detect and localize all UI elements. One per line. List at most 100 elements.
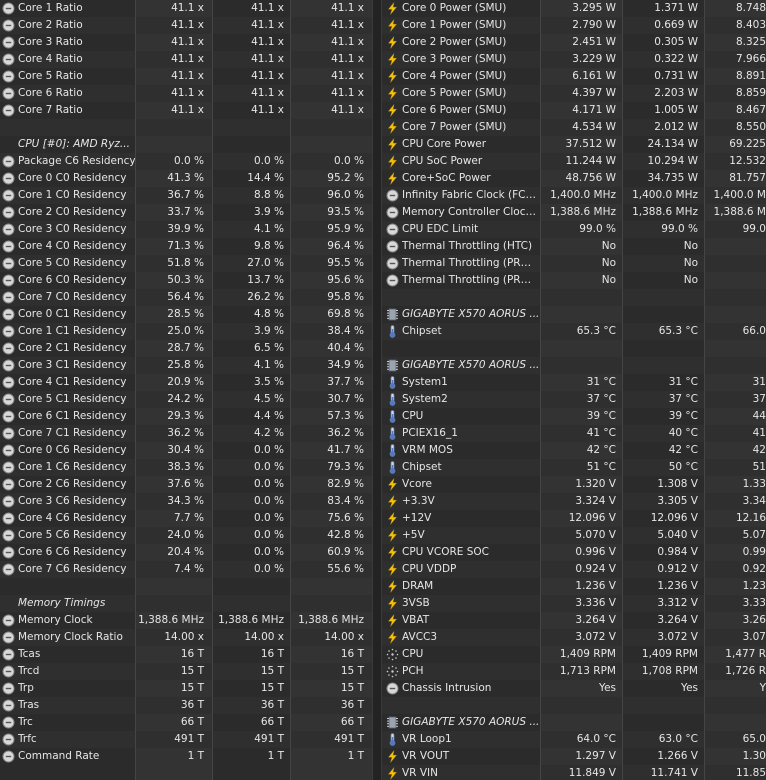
sensor-row-5v[interactable]: +5V 5.070 V 5.040 V 5.07 — [382, 527, 766, 544]
sensor-row-core-1-c0-residency[interactable]: Core 1 C0 Residency 36.7 % 8.8 % 96.0 % — [0, 187, 372, 204]
maximum-value: 83.4 % — [327, 495, 364, 507]
sensor-row-core-7-power-smu[interactable]: Core 7 Power (SMU) 4.534 W 2.012 W 8.550 — [382, 119, 766, 136]
clock-icon — [386, 206, 399, 219]
sensor-group-header[interactable]: GIGABYTE X570 AORUS ... — [382, 714, 766, 731]
sensor-row-core-1-c1-residency[interactable]: Core 1 C1 Residency 25.0 % 3.9 % 38.4 % — [0, 323, 372, 340]
sensor-row-system2[interactable]: System2 37 °C 37 °C 37 — [382, 391, 766, 408]
spacer-row — [382, 697, 766, 714]
sensor-row-cpu-edc-limit[interactable]: CPU EDC Limit 99.0 % 99.0 % 99.0 — [382, 221, 766, 238]
sensor-row-core-6-ratio[interactable]: Core 6 Ratio 41.1 x 41.1 x 41.1 x — [0, 85, 372, 102]
sensor-row-core-2-c0-residency[interactable]: Core 2 C0 Residency 33.7 % 3.9 % 93.5 % — [0, 204, 372, 221]
sensor-row-memory-clock-ratio[interactable]: Memory Clock Ratio 14.00 x 14.00 x 14.00 x — [0, 629, 372, 646]
current-value: 4.171 W — [572, 104, 616, 116]
sensor-row-core-4-ratio[interactable]: Core 4 Ratio 41.1 x 41.1 x 41.1 x — [0, 51, 372, 68]
sensor-row-core-6-power-smu[interactable]: Core 6 Power (SMU) 4.171 W 1.005 W 8.467 — [382, 102, 766, 119]
sensor-row-3-3v[interactable]: +3.3V 3.324 V 3.305 V 3.34 — [382, 493, 766, 510]
sensor-row-vbat[interactable]: VBAT 3.264 V 3.264 V 3.26 — [382, 612, 766, 629]
sensor-row-core-4-c0-residency[interactable]: Core 4 C0 Residency 71.3 % 9.8 % 96.4 % — [0, 238, 372, 255]
sensor-row-core-5-c0-residency[interactable]: Core 5 C0 Residency 51.8 % 27.0 % 95.5 % — [0, 255, 372, 272]
maximum-value: 60.9 % — [327, 546, 364, 558]
sensor-row-cpu-vcore-soc[interactable]: CPU VCORE SOC 0.996 V 0.984 V 0.99 — [382, 544, 766, 561]
sensor-row-memory-controller-clock[interactable]: Memory Controller Clock ... 1,388.6 MHz 1,… — [382, 204, 766, 221]
sensor-row-cpu-soc-power[interactable]: CPU SoC Power 11.244 W 10.294 W 12.532 — [382, 153, 766, 170]
current-value: No — [601, 257, 616, 269]
sensor-row-infinity-fabric-clock-fclk[interactable]: Infinity Fabric Clock (FCLK) 1,400.0 MHz 1… — [382, 187, 766, 204]
sensor-row-cpu[interactable]: CPU 1,409 RPM 1,409 RPM 1,477 R — [382, 646, 766, 663]
sensor-row-vr-loop1[interactable]: VR Loop1 64.0 °C 63.0 °C 65.0 — [382, 731, 766, 748]
sensor-row-core-6-c1-residency[interactable]: Core 6 C1 Residency 29.3 % 4.4 % 57.3 % — [0, 408, 372, 425]
sensor-row-vrm-mos[interactable]: VRM MOS 42 °C 42 °C 42 — [382, 442, 766, 459]
sensor-row-core-0-c0-residency[interactable]: Core 0 C0 Residency 41.3 % 14.4 % 95.2 % — [0, 170, 372, 187]
sensor-row-dram[interactable]: DRAM 1.236 V 1.236 V 1.23 — [382, 578, 766, 595]
sensor-row-thermal-throttling-htc[interactable]: Thermal Throttling (HTC) No No — [382, 238, 766, 255]
sensor-row-chipset[interactable]: Chipset 65.3 °C 65.3 °C 66.0 — [382, 323, 766, 340]
sensor-row-core-3-ratio[interactable]: Core 3 Ratio 41.1 x 41.1 x 41.1 x — [0, 34, 372, 51]
sensor-group-header[interactable]: Memory Timings — [0, 595, 372, 612]
sensor-row-cpu[interactable]: CPU 39 °C 39 °C 44 — [382, 408, 766, 425]
sensor-row-core-7-c1-residency[interactable]: Core 7 C1 Residency 36.2 % 4.2 % 36.2 % — [0, 425, 372, 442]
sensor-row-chassis-intrusion[interactable]: Chassis Intrusion Yes Yes Y — [382, 680, 766, 697]
sensor-row-trc[interactable]: Trc 66 T 66 T 66 T — [0, 714, 372, 731]
sensor-row-core-soc-power[interactable]: Core+SoC Power 48.756 W 34.735 W 81.757 — [382, 170, 766, 187]
sensor-row-vr-vin[interactable]: VR VIN 11.849 V 11.741 V 11.85 — [382, 765, 766, 780]
sensor-row-core-7-c0-residency[interactable]: Core 7 C0 Residency 56.4 % 26.2 % 95.8 % — [0, 289, 372, 306]
sensor-row-core-4-c6-residency[interactable]: Core 4 C6 Residency 7.7 % 0.0 % 75.6 % — [0, 510, 372, 527]
sensor-row-core-5-c6-residency[interactable]: Core 5 C6 Residency 24.0 % 0.0 % 42.8 % — [0, 527, 372, 544]
sensor-group-header[interactable]: GIGABYTE X570 AORUS ... — [382, 306, 766, 323]
sensor-row-command-rate[interactable]: Command Rate 1 T 1 T 1 T — [0, 748, 372, 765]
right-sensor-panel[interactable]: Core 0 Power (SMU) 3.295 W 1.371 W 8.748 Cor… — [382, 0, 766, 780]
sensor-row-core-7-c6-residency[interactable]: Core 7 C6 Residency 7.4 % 0.0 % 55.6 % — [0, 561, 372, 578]
sensor-row-tras[interactable]: Tras 36 T 36 T 36 T — [0, 697, 372, 714]
sensor-row-core-5-power-smu[interactable]: Core 5 Power (SMU) 4.397 W 2.203 W 8.859 — [382, 85, 766, 102]
sensor-row-chipset[interactable]: Chipset 51 °C 50 °C 51 — [382, 459, 766, 476]
sensor-row-core-3-c6-residency[interactable]: Core 3 C6 Residency 34.3 % 0.0 % 83.4 % — [0, 493, 372, 510]
minimum-value: 27.0 % — [247, 257, 284, 269]
sensor-row-12v[interactable]: +12V 12.096 V 12.096 V 12.16 — [382, 510, 766, 527]
sensor-row-core-1-ratio[interactable]: Core 1 Ratio 41.1 x 41.1 x 41.1 x — [0, 0, 372, 17]
sensor-row-core-5-ratio[interactable]: Core 5 Ratio 41.1 x 41.1 x 41.1 x — [0, 68, 372, 85]
sensor-row-vr-vout[interactable]: VR VOUT 1.297 V 1.266 V 1.30 — [382, 748, 766, 765]
sensor-label: VR VIN — [402, 767, 438, 779]
sensor-group-header[interactable]: CPU [#0]: AMD Ryz... — [0, 136, 372, 153]
sensor-row-core-7-ratio[interactable]: Core 7 Ratio 41.1 x 41.1 x 41.1 x — [0, 102, 372, 119]
maximum-value: 66.0 — [742, 325, 766, 337]
sensor-row-core-0-c1-residency[interactable]: Core 0 C1 Residency 28.5 % 4.8 % 69.8 % — [0, 306, 372, 323]
sensor-row-trp[interactable]: Trp 15 T 15 T 15 T — [0, 680, 372, 697]
sensor-row-core-4-power-smu[interactable]: Core 4 Power (SMU) 6.161 W 0.731 W 8.891 — [382, 68, 766, 85]
sensor-row-core-0-c6-residency[interactable]: Core 0 C6 Residency 30.4 % 0.0 % 41.7 % — [0, 442, 372, 459]
panel-splitter[interactable] — [372, 0, 382, 780]
sensor-row-core-2-c6-residency[interactable]: Core 2 C6 Residency 37.6 % 0.0 % 82.9 % — [0, 476, 372, 493]
sensor-row-cpu-core-power[interactable]: CPU Core Power 37.512 W 24.134 W 69.225 — [382, 136, 766, 153]
sensor-row-pciex16-1[interactable]: PCIEX16_1 41 °C 40 °C 41 — [382, 425, 766, 442]
sensor-row-core-3-c1-residency[interactable]: Core 3 C1 Residency 25.8 % 4.1 % 34.9 % — [0, 357, 372, 374]
sensor-row-core-6-c6-residency[interactable]: Core 6 C6 Residency 20.4 % 0.0 % 60.9 % — [0, 544, 372, 561]
sensor-row-pch[interactable]: PCH 1,713 RPM 1,708 RPM 1,726 R — [382, 663, 766, 680]
sensor-row-core-4-c1-residency[interactable]: Core 4 C1 Residency 20.9 % 3.5 % 37.7 % — [0, 374, 372, 391]
sensor-row-core-3-c0-residency[interactable]: Core 3 C0 Residency 39.9 % 4.1 % 95.9 % — [0, 221, 372, 238]
sensor-row-core-6-c0-residency[interactable]: Core 6 C0 Residency 50.3 % 13.7 % 95.6 % — [0, 272, 372, 289]
sensor-row-core-1-power-smu[interactable]: Core 1 Power (SMU) 2.790 W 0.669 W 8.403 — [382, 17, 766, 34]
sensor-row-thermal-throttling-proc[interactable]: Thermal Throttling (PROC... No No — [382, 255, 766, 272]
sensor-row-cpu-vddp[interactable]: CPU VDDP 0.924 V 0.912 V 0.92 — [382, 561, 766, 578]
sensor-row-thermal-throttling-proc[interactable]: Thermal Throttling (PROC... No No — [382, 272, 766, 289]
left-sensor-panel[interactable]: Core 1 Ratio 41.1 x 41.1 x 41.1 x Core 2 Rat… — [0, 0, 372, 780]
sensor-row-core-0-power-smu[interactable]: Core 0 Power (SMU) 3.295 W 1.371 W 8.748 — [382, 0, 766, 17]
sensor-row-tcas[interactable]: Tcas 16 T 16 T 16 T — [0, 646, 372, 663]
sensor-row-vcore[interactable]: Vcore 1.320 V 1.308 V 1.33 — [382, 476, 766, 493]
sensor-row-memory-clock[interactable]: Memory Clock 1,388.6 MHz 1,388.6 MHz 1,388.… — [0, 612, 372, 629]
lightning-icon — [387, 563, 398, 576]
sensor-row-core-1-c6-residency[interactable]: Core 1 C6 Residency 38.3 % 0.0 % 79.3 % — [0, 459, 372, 476]
sensor-group-header[interactable]: GIGABYTE X570 AORUS ... — [382, 357, 766, 374]
sensor-row-core-2-c1-residency[interactable]: Core 2 C1 Residency 28.7 % 6.5 % 40.4 % — [0, 340, 372, 357]
sensor-row-package-c6-residency[interactable]: Package C6 Residency 0.0 % 0.0 % 0.0 % — [0, 153, 372, 170]
sensor-row-core-3-power-smu[interactable]: Core 3 Power (SMU) 3.229 W 0.322 W 7.966 — [382, 51, 766, 68]
sensor-row-3vsb[interactable]: 3VSB 3.336 V 3.312 V 3.33 — [382, 595, 766, 612]
sensor-row-trcd[interactable]: Trcd 15 T 15 T 15 T — [0, 663, 372, 680]
sensor-row-avcc3[interactable]: AVCC3 3.072 V 3.072 V 3.07 — [382, 629, 766, 646]
sensor-row-trfc[interactable]: Trfc 491 T 491 T 491 T — [0, 731, 372, 748]
sensor-row-system1[interactable]: System1 31 °C 31 °C 31 — [382, 374, 766, 391]
spacer-row — [382, 340, 766, 357]
sensor-row-core-2-power-smu[interactable]: Core 2 Power (SMU) 2.451 W 0.305 W 8.325 — [382, 34, 766, 51]
sensor-row-core-2-ratio[interactable]: Core 2 Ratio 41.1 x 41.1 x 41.1 x — [0, 17, 372, 34]
sensor-row-core-5-c1-residency[interactable]: Core 5 C1 Residency 24.2 % 4.5 % 30.7 % — [0, 391, 372, 408]
